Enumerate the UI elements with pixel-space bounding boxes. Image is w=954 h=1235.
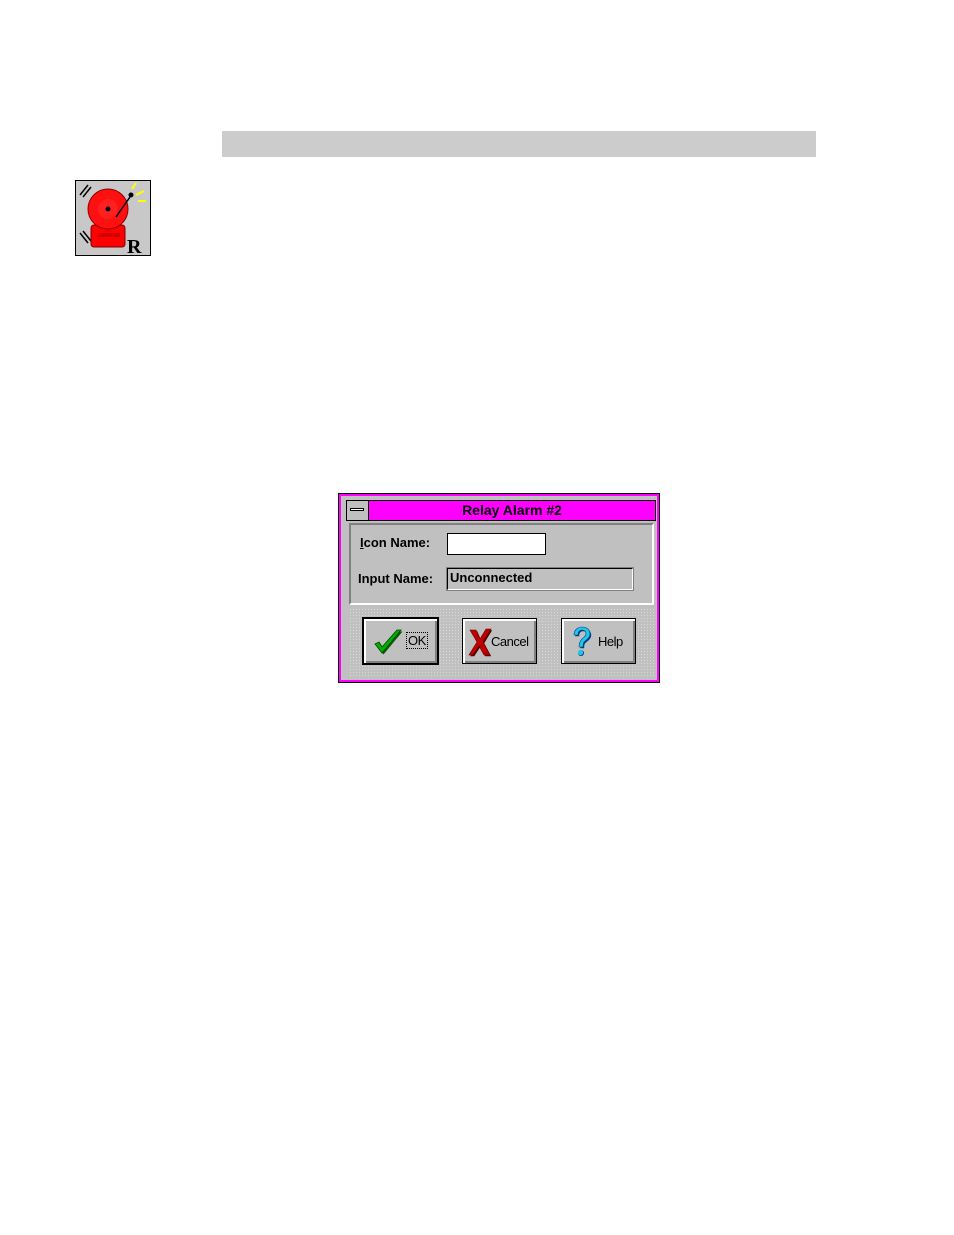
help-label: Help [598,634,623,649]
icon-name-label: Icon Name: [360,535,431,550]
x-mark-icon [468,628,492,657]
button-row: OK Cancel Help [349,608,654,678]
question-mark-icon [573,626,592,656]
title-bar[interactable]: Relay Alarm #2 [346,500,656,521]
ok-label: OK [406,632,428,649]
header-bar [222,131,816,157]
cancel-label: Cancel [491,634,529,649]
relay-alarm-bell-icon[interactable]: R [75,180,151,256]
relay-alarm-dialog: Relay Alarm #2 Icon Name: Input Name: Un… [338,493,660,683]
cancel-button[interactable]: Cancel [462,618,537,664]
input-name-label: Input Name: [358,571,434,586]
relay-badge-label: R [127,236,142,255]
input-name-field: Unconnected [446,567,634,591]
checkmark-icon [374,629,403,655]
icon-name-input[interactable] [447,533,546,555]
dialog-title: Relay Alarm #2 [462,502,562,518]
system-menu-icon[interactable] [347,501,369,520]
fields-panel: Icon Name: Input Name: Unconnected [349,523,654,605]
help-button[interactable]: Help [561,618,636,664]
ok-button[interactable]: OK [362,617,439,665]
